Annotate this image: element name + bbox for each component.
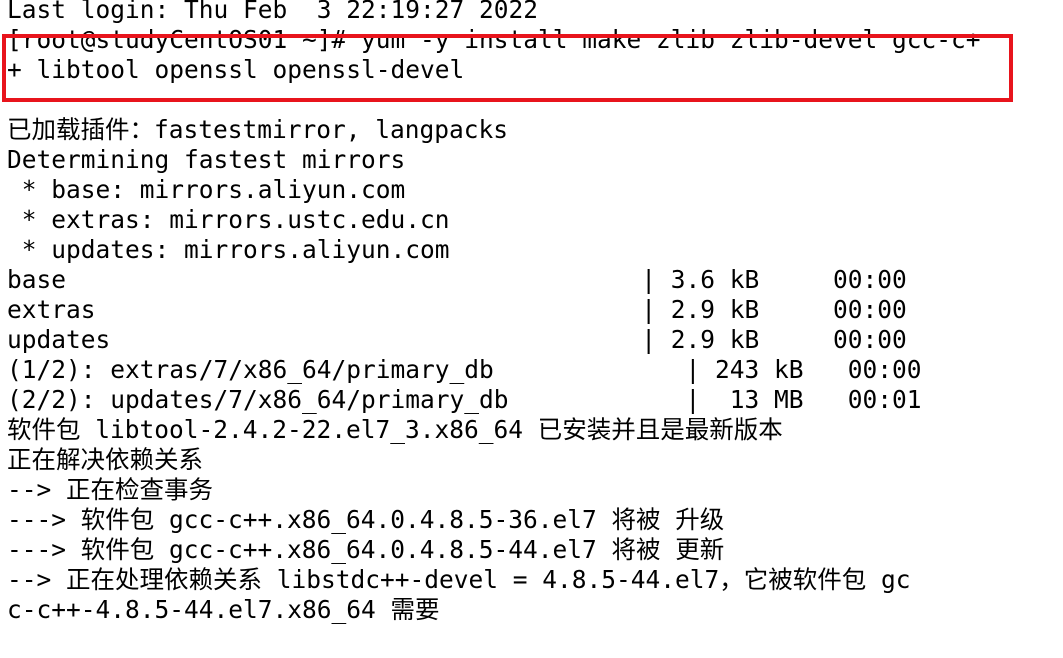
resolving-deps-line: 正在解决依赖关系 <box>7 445 203 474</box>
command-line-continuation: + libtool openssl openssl-devel <box>7 55 465 84</box>
terminal-window[interactable]: Last login: Thu Feb 3 22:19:27 2022 [roo… <box>0 0 1063 658</box>
mirror-updates-line: * updates: mirrors.aliyun.com <box>7 235 450 264</box>
processing-deps-line: --> 正在处理依赖关系 libstdc++-devel = 4.8.5-44.… <box>7 565 911 594</box>
gcc-update-line: ---> 软件包 gcc-c++.x86_64.0.4.8.5-44.el7 将… <box>7 535 725 564</box>
plugins-loaded-line: 已加载插件：fastestmirror, langpacks <box>7 115 509 144</box>
mirror-base-line: * base: mirrors.aliyun.com <box>7 175 406 204</box>
mirror-extras-line: * extras: mirrors.ustc.edu.cn <box>7 205 450 234</box>
repo-updates-line: updates | 2.9 kB 00:00 <box>7 325 907 354</box>
repo-base-line: base | 3.6 kB 00:00 <box>7 265 907 294</box>
command-line: [root@studyCentOS01 ~]# yum -y install m… <box>7 25 981 54</box>
download-updates-db-line: (2/2): updates/7/x86_64/primary_db | 13 … <box>7 385 922 414</box>
processing-deps-continuation: c-c++-4.8.5-44.el7.x86_64 需要 <box>7 595 440 624</box>
checking-transaction-line: --> 正在检查事务 <box>7 475 214 504</box>
repo-extras-line: extras | 2.9 kB 00:00 <box>7 295 907 324</box>
libtool-installed-line: 软件包 libtool-2.4.2-22.el7_3.x86_64 已安装并且是… <box>7 415 783 444</box>
download-extras-db-line: (1/2): extras/7/x86_64/primary_db | 243 … <box>7 355 922 384</box>
last-login-line: Last login: Thu Feb 3 22:19:27 2022 <box>7 0 539 24</box>
determining-mirrors-line: Determining fastest mirrors <box>7 145 406 174</box>
gcc-upgrade-line: ---> 软件包 gcc-c++.x86_64.0.4.8.5-36.el7 将… <box>7 505 725 534</box>
